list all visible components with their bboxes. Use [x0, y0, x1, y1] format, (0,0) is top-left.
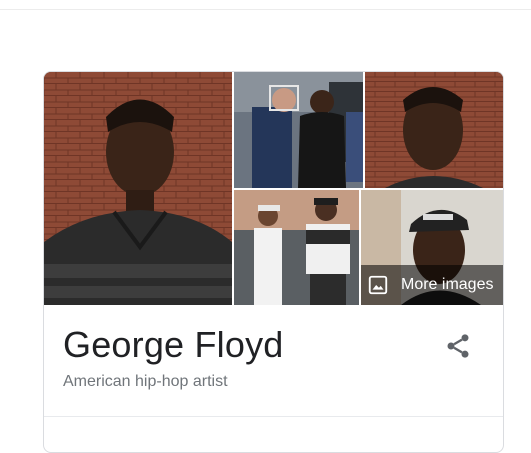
more-images-label: More images: [401, 276, 494, 293]
image-icon: [368, 275, 388, 295]
panel-divider: [44, 416, 503, 417]
entity-title: George Floyd: [63, 324, 284, 365]
two-men-photo-image[interactable]: [234, 190, 359, 305]
main-portrait-image[interactable]: [44, 72, 232, 305]
more-images-button[interactable]: More images: [361, 265, 503, 305]
entity-subtitle: American hip-hop artist: [63, 373, 228, 390]
top-divider: [0, 9, 531, 10]
share-icon[interactable]: [444, 332, 472, 360]
cap-selfie-image[interactable]: More images: [361, 190, 503, 305]
knowledge-panel: More images George Floyd American hip-ho…: [43, 71, 504, 453]
arrest-photo-image[interactable]: [234, 72, 363, 188]
portrait-close-image[interactable]: [365, 72, 503, 188]
